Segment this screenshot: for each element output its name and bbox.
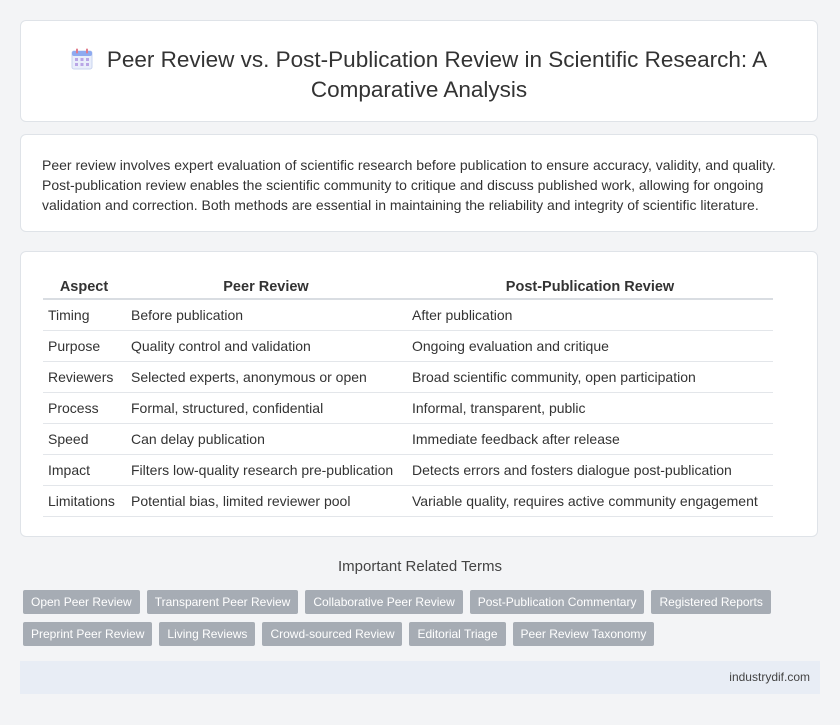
tag-preprint-peer-review[interactable]: Preprint Peer Review — [23, 622, 153, 646]
table-row: Process Formal, structured, confidential… — [43, 392, 773, 424]
tag-transparent-peer-review[interactable]: Transparent Peer Review — [146, 590, 299, 614]
title-card: Peer Review vs. Post-Publication Review … — [20, 20, 818, 122]
table-row: Speed Can delay publication Immediate fe… — [43, 423, 773, 455]
tag-living-reviews[interactable]: Living Reviews — [159, 622, 256, 646]
column-header-peer-review: Peer Review — [125, 276, 407, 300]
table-cell: Before publication — [125, 299, 407, 331]
table-cell: Purpose — [43, 330, 126, 362]
comparison-table: Aspect Peer Review Post-Publication Revi… — [43, 276, 773, 517]
table-cell: Reviewers — [43, 361, 126, 393]
table-cell: Ongoing evaluation and critique — [406, 330, 773, 362]
intro-card: Peer review involves expert evaluation o… — [20, 134, 818, 232]
table-cell: Immediate feedback after release — [406, 423, 773, 455]
table-row: Purpose Quality control and validation O… — [43, 330, 773, 362]
table-cell: Filters low-quality research pre-publica… — [125, 454, 407, 486]
comparison-card: Aspect Peer Review Post-Publication Revi… — [20, 251, 818, 537]
column-header-post-publication-review: Post-Publication Review — [406, 276, 773, 300]
tag-post-publication-commentary[interactable]: Post-Publication Commentary — [469, 590, 645, 614]
page-title: Peer Review vs. Post-Publication Review … — [21, 45, 817, 105]
tag-collaborative-peer-review[interactable]: Collaborative Peer Review — [305, 590, 463, 614]
table-cell: Timing — [43, 299, 126, 331]
table-cell: Quality control and validation — [125, 330, 407, 362]
calendar-icon — [71, 48, 93, 70]
tag-row: Preprint Peer Review Living Reviews Crow… — [23, 622, 783, 646]
table-cell: Impact — [43, 454, 126, 486]
table-cell: Informal, transparent, public — [406, 392, 773, 424]
table-row: Impact Filters low-quality research pre-… — [43, 454, 773, 486]
table-cell: Can delay publication — [125, 423, 407, 455]
page-title-text: Peer Review vs. Post-Publication Review … — [106, 47, 768, 102]
related-terms-list: Open Peer Review Transparent Peer Review… — [23, 590, 783, 654]
table-cell: Limitations — [43, 485, 126, 517]
table-row: Timing Before publication After publicat… — [43, 299, 773, 331]
table-cell: Detects errors and fosters dialogue post… — [406, 454, 773, 486]
table-cell: Process — [43, 392, 126, 424]
column-header-aspect: Aspect — [43, 276, 126, 300]
table-cell: Speed — [43, 423, 126, 455]
tag-editorial-triage[interactable]: Editorial Triage — [409, 622, 506, 646]
related-terms-title: Important Related Terms — [338, 558, 502, 575]
tag-open-peer-review[interactable]: Open Peer Review — [23, 590, 140, 614]
table-row: Reviewers Selected experts, anonymous or… — [43, 361, 773, 393]
table-cell: Variable quality, requires active commun… — [406, 485, 773, 517]
tag-peer-review-taxonomy[interactable]: Peer Review Taxonomy — [512, 622, 655, 646]
table-cell: Potential bias, limited reviewer pool — [125, 485, 407, 517]
table-cell: After publication — [406, 299, 773, 331]
table-cell: Broad scientific community, open partici… — [406, 361, 773, 393]
intro-paragraph: Peer review involves expert evaluation o… — [42, 157, 776, 213]
footer-site-link[interactable]: industrydif.com — [729, 670, 810, 684]
footer: industrydif.com — [20, 661, 820, 694]
tag-crowd-sourced-review[interactable]: Crowd-sourced Review — [262, 622, 403, 646]
table-header-row: Aspect Peer Review Post-Publication Revi… — [43, 276, 773, 300]
table-cell: Selected experts, anonymous or open — [125, 361, 407, 393]
tag-registered-reports[interactable]: Registered Reports — [651, 590, 771, 614]
table-cell: Formal, structured, confidential — [125, 392, 407, 424]
table-row: Limitations Potential bias, limited revi… — [43, 485, 773, 517]
tag-row: Open Peer Review Transparent Peer Review… — [23, 590, 783, 614]
